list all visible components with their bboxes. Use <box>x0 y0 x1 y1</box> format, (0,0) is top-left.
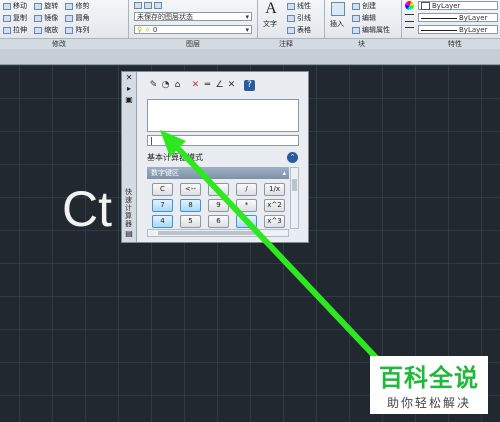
watermark-badge: 百科全说 助你轻松解决 <box>370 356 488 414</box>
arrow-shaft <box>169 139 385 367</box>
watermark-subtitle: 助你轻松解决 <box>386 396 471 410</box>
watermark-title: 百科全说 <box>379 364 479 392</box>
